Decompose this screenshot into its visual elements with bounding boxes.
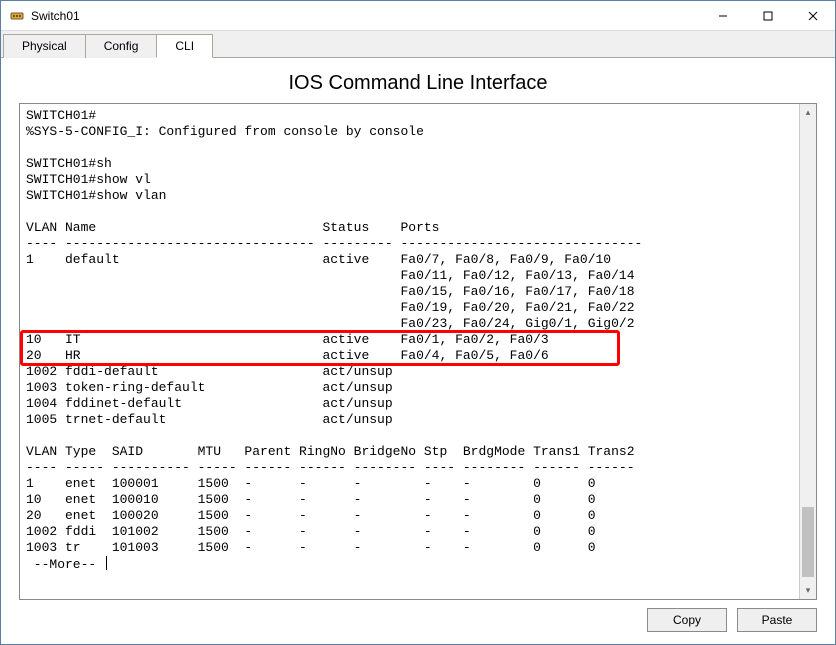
terminal-output[interactable]: SWITCH01# %SYS-5-CONFIG_I: Configured fr… (20, 104, 799, 599)
window-controls (700, 1, 835, 30)
app-icon (9, 8, 25, 24)
tab-cli[interactable]: CLI (156, 34, 213, 58)
page-title: IOS Command Line Interface (19, 72, 817, 95)
window-title: Switch01 (31, 9, 700, 23)
tab-config[interactable]: Config (85, 34, 158, 58)
more-prompt: --More-- (26, 557, 104, 572)
content-area: IOS Command Line Interface SWITCH01# %SY… (1, 58, 835, 644)
minimize-button[interactable] (700, 1, 745, 30)
button-row: Copy Paste (19, 608, 817, 632)
titlebar: Switch01 (1, 1, 835, 31)
tab-bar: Physical Config CLI (1, 31, 835, 58)
terminal-container: SWITCH01# %SYS-5-CONFIG_I: Configured fr… (19, 103, 817, 600)
terminal-scrollbar[interactable]: ▴ ▾ (799, 104, 816, 599)
tab-physical[interactable]: Physical (3, 34, 86, 58)
close-button[interactable] (790, 1, 835, 30)
scroll-thumb[interactable] (802, 507, 814, 577)
maximize-button[interactable] (745, 1, 790, 30)
copy-button[interactable]: Copy (647, 608, 727, 632)
terminal-cursor (106, 556, 107, 570)
scroll-down-arrow[interactable]: ▾ (800, 582, 816, 599)
app-window: Switch01 Physical Config CLI IOS Command… (0, 0, 836, 645)
scroll-up-arrow[interactable]: ▴ (800, 104, 816, 121)
paste-button[interactable]: Paste (737, 608, 817, 632)
